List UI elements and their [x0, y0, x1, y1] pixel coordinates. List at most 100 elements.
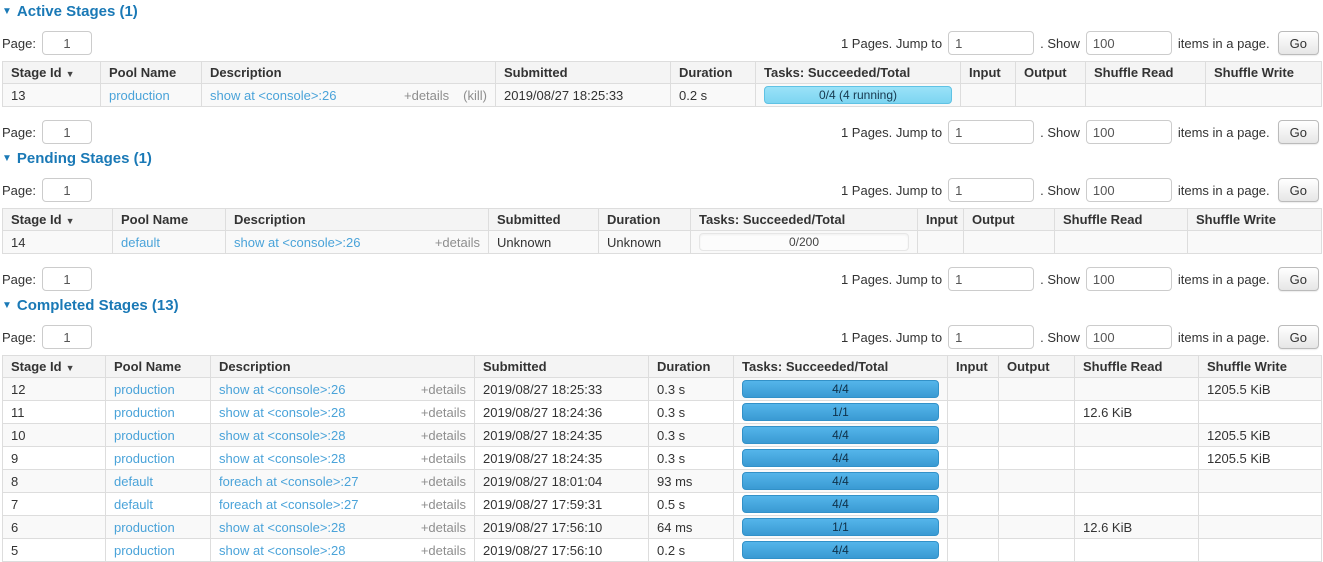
details-link[interactable]: +details: [421, 451, 466, 466]
pool-name-link[interactable]: default: [114, 474, 153, 489]
task-progress-bar: 0/200: [699, 233, 909, 251]
description-link[interactable]: show at <console>:28: [219, 451, 345, 466]
column-header-shuffle-write[interactable]: Shuffle Write: [1188, 209, 1322, 231]
column-header-stage-id[interactable]: Stage Id▼: [3, 62, 101, 84]
shuffle-read-cell: [1075, 493, 1199, 516]
details-link[interactable]: +details: [421, 405, 466, 420]
go-button[interactable]: Go: [1278, 178, 1319, 202]
column-header-label: Input: [969, 65, 1001, 80]
description-link[interactable]: foreach at <console>:27: [219, 497, 359, 512]
duration-cell: 93 ms: [649, 470, 734, 493]
description-cell: +details foreach at <console>:27: [211, 493, 475, 516]
jump-to-input[interactable]: [948, 178, 1034, 202]
kill-link[interactable]: (kill): [463, 88, 487, 103]
tasks-cell: 4/4: [734, 378, 948, 401]
pool-name-link[interactable]: production: [114, 405, 175, 420]
details-link[interactable]: +details: [421, 520, 466, 535]
jump-to-input[interactable]: [948, 120, 1034, 144]
column-header-pool-name[interactable]: Pool Name: [101, 62, 202, 84]
description-link[interactable]: show at <console>:28: [219, 405, 345, 420]
column-header-submitted[interactable]: Submitted: [475, 356, 649, 378]
task-progress-bar: 1/1: [742, 518, 939, 536]
pool-name-link[interactable]: production: [109, 88, 170, 103]
column-header-description[interactable]: Description: [202, 62, 496, 84]
pool-name-link[interactable]: production: [114, 428, 175, 443]
show-items-input[interactable]: [1086, 120, 1172, 144]
column-header-shuffle-write[interactable]: Shuffle Write: [1199, 356, 1322, 378]
column-header-output[interactable]: Output: [999, 356, 1075, 378]
column-header-output[interactable]: Output: [1016, 62, 1086, 84]
column-header-duration[interactable]: Duration: [599, 209, 691, 231]
column-header-label: Pool Name: [114, 359, 181, 374]
output-cell: [964, 231, 1055, 254]
shuffle-write-cell: 1205.5 KiB: [1199, 378, 1322, 401]
shuffle-read-cell: [1075, 378, 1199, 401]
page-input[interactable]: [42, 267, 92, 291]
column-header-shuffle-read[interactable]: Shuffle Read: [1055, 209, 1188, 231]
jump-to-input[interactable]: [948, 325, 1034, 349]
details-link[interactable]: +details: [421, 428, 466, 443]
page-input[interactable]: [42, 31, 92, 55]
column-header-shuffle-read[interactable]: Shuffle Read: [1075, 356, 1199, 378]
description-link[interactable]: show at <console>:26: [210, 88, 336, 103]
column-header-tasks[interactable]: Tasks: Succeeded/Total: [734, 356, 948, 378]
column-header-pool-name[interactable]: Pool Name: [106, 356, 211, 378]
pool-name-link[interactable]: production: [114, 451, 175, 466]
description-cell: +details show at <console>:26: [226, 231, 489, 254]
column-header-input[interactable]: Input: [918, 209, 964, 231]
details-link[interactable]: +details: [421, 497, 466, 512]
input-cell: [948, 447, 999, 470]
column-header-submitted[interactable]: Submitted: [489, 209, 599, 231]
details-link[interactable]: +details: [421, 382, 466, 397]
go-button[interactable]: Go: [1278, 31, 1319, 55]
column-header-description[interactable]: Description: [211, 356, 475, 378]
show-items-input[interactable]: [1086, 31, 1172, 55]
page-input[interactable]: [42, 178, 92, 202]
active-stages-heading[interactable]: ▼ Active Stages (1): [2, 3, 1321, 20]
pool-name-link[interactable]: production: [114, 520, 175, 535]
jump-to-input[interactable]: [948, 31, 1034, 55]
column-header-shuffle-write[interactable]: Shuffle Write: [1206, 62, 1322, 84]
duration-cell: Unknown: [599, 231, 691, 254]
show-items-input[interactable]: [1086, 178, 1172, 202]
description-link[interactable]: show at <console>:26: [219, 382, 345, 397]
column-header-input[interactable]: Input: [961, 62, 1016, 84]
column-header-stage-id[interactable]: Stage Id▼: [3, 209, 113, 231]
column-header-duration[interactable]: Duration: [671, 62, 756, 84]
pool-name-link[interactable]: production: [114, 382, 175, 397]
items-per-page-text: items in a page.: [1178, 125, 1270, 140]
column-header-output[interactable]: Output: [964, 209, 1055, 231]
pool-name-link[interactable]: default: [121, 235, 160, 250]
show-items-input[interactable]: [1086, 267, 1172, 291]
description-link[interactable]: show at <console>:28: [219, 428, 345, 443]
show-items-input[interactable]: [1086, 325, 1172, 349]
details-link[interactable]: +details: [435, 235, 480, 250]
details-link[interactable]: +details: [404, 88, 449, 103]
go-button[interactable]: Go: [1278, 120, 1319, 144]
column-header-shuffle-read[interactable]: Shuffle Read: [1086, 62, 1206, 84]
completed-stages-heading[interactable]: ▼ Completed Stages (13): [2, 297, 1321, 314]
description-link[interactable]: show at <console>:28: [219, 520, 345, 535]
go-button[interactable]: Go: [1278, 325, 1319, 349]
column-header-tasks[interactable]: Tasks: Succeeded/Total: [756, 62, 961, 84]
pagination-bar: Page: 1 Pages. Jump to . Show items in a…: [2, 30, 1319, 56]
jump-to-input[interactable]: [948, 267, 1034, 291]
pool-name-link[interactable]: default: [114, 497, 153, 512]
pool-name-link[interactable]: production: [114, 543, 175, 558]
details-link[interactable]: +details: [421, 474, 466, 489]
column-header-stage-id[interactable]: Stage Id▼: [3, 356, 106, 378]
page-input[interactable]: [42, 325, 92, 349]
details-link[interactable]: +details: [421, 543, 466, 558]
column-header-submitted[interactable]: Submitted: [496, 62, 671, 84]
description-link[interactable]: show at <console>:26: [234, 235, 360, 250]
description-link[interactable]: foreach at <console>:27: [219, 474, 359, 489]
column-header-input[interactable]: Input: [948, 356, 999, 378]
pending-stages-heading[interactable]: ▼ Pending Stages (1): [2, 150, 1321, 167]
description-link[interactable]: show at <console>:28: [219, 543, 345, 558]
column-header-description[interactable]: Description: [226, 209, 489, 231]
column-header-duration[interactable]: Duration: [649, 356, 734, 378]
column-header-tasks[interactable]: Tasks: Succeeded/Total: [691, 209, 918, 231]
page-input[interactable]: [42, 120, 92, 144]
go-button[interactable]: Go: [1278, 267, 1319, 291]
column-header-pool-name[interactable]: Pool Name: [113, 209, 226, 231]
